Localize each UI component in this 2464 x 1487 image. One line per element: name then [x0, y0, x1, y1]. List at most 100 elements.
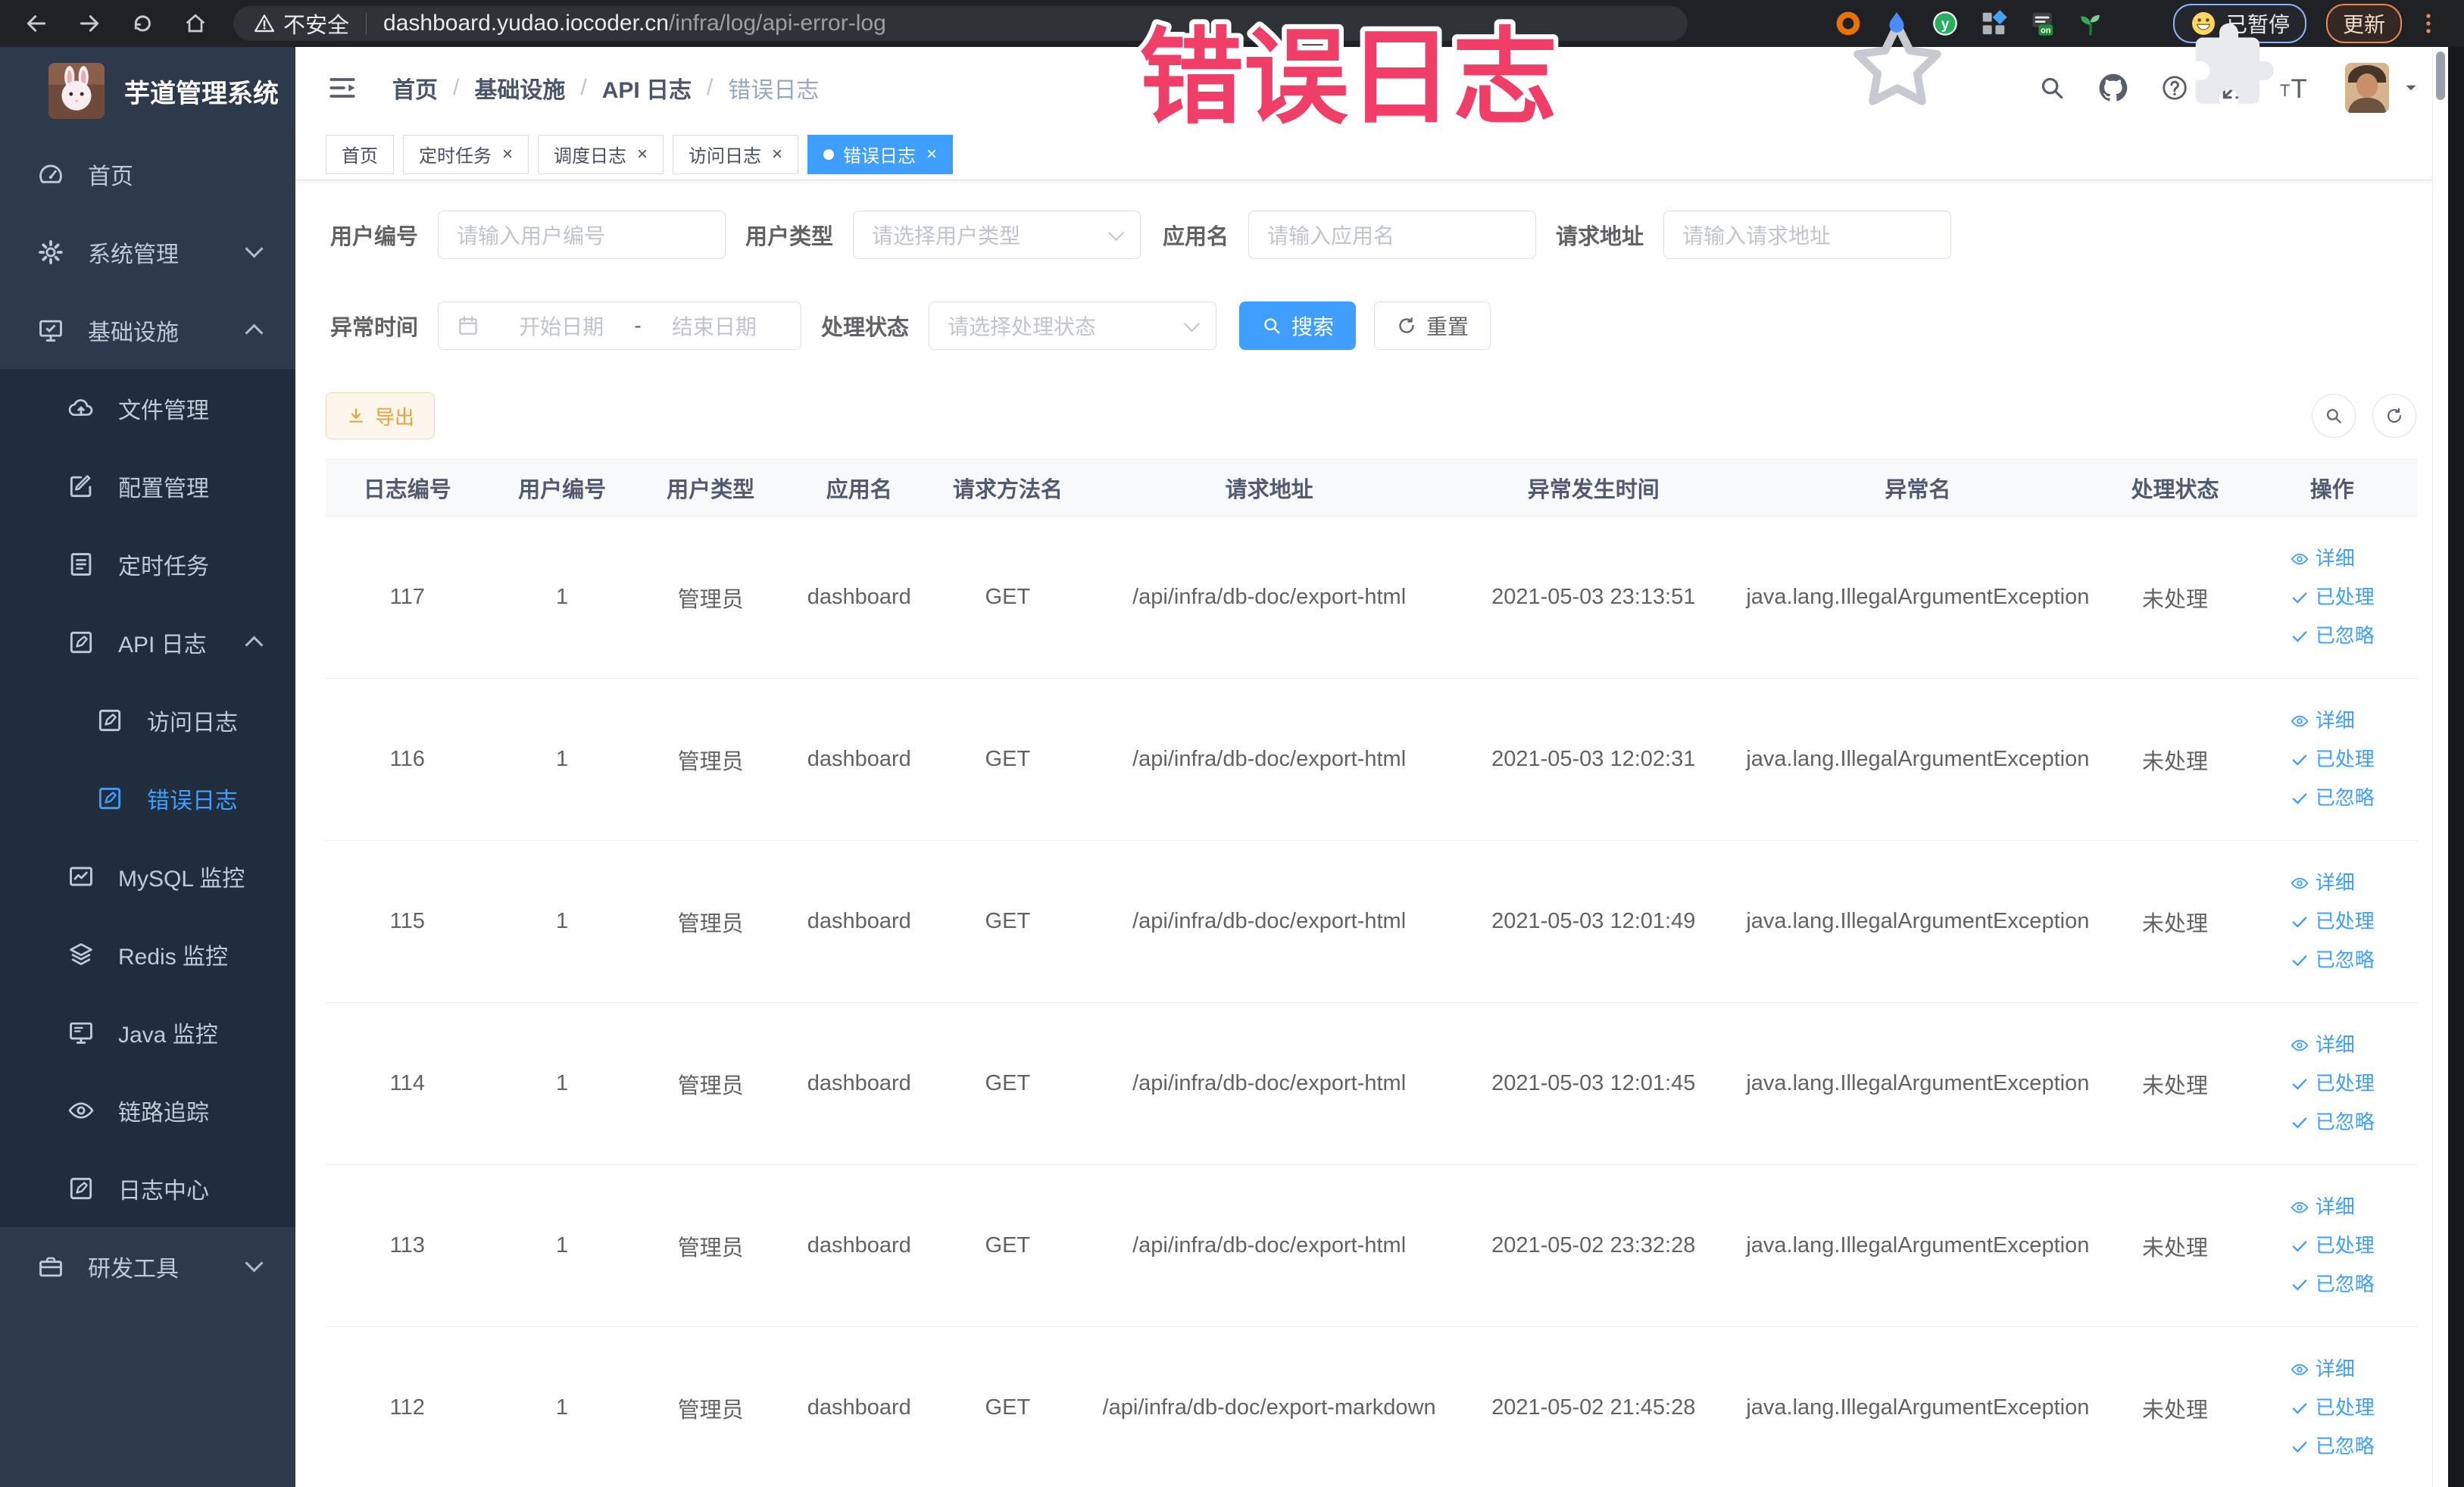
- sidebar-item[interactable]: 日志中心: [0, 1149, 295, 1227]
- cell-user-id: 1: [489, 840, 636, 1003]
- cell-status: 未处理: [2103, 1164, 2247, 1327]
- browser-toolbar: 不安全 dashboard.yudao.iocoder.cn /infra/lo…: [0, 0, 2464, 47]
- mark-ignored-link[interactable]: 已忽略: [2290, 941, 2375, 979]
- cell-app: dashboard: [785, 1326, 932, 1487]
- tab-item[interactable]: 调度日志 ×: [538, 134, 664, 174]
- sidebar-item[interactable]: 研发工具: [0, 1227, 295, 1305]
- extension-grid-icon[interactable]: [1979, 9, 2008, 38]
- mark-ignored-link[interactable]: 已忽略: [2290, 617, 2375, 655]
- browser-reload-icon[interactable]: [126, 7, 159, 40]
- tab-item[interactable]: 定时任务 ×: [403, 134, 529, 174]
- sidebar-item-label: 文件管理: [118, 398, 209, 423]
- header-search-icon[interactable]: [2038, 73, 2066, 102]
- close-tab-icon[interactable]: ×: [637, 145, 648, 164]
- close-tab-icon[interactable]: ×: [502, 145, 513, 164]
- reset-button[interactable]: 重置: [1374, 301, 1491, 350]
- scrollbar-thumb[interactable]: [2436, 52, 2445, 100]
- extension-green-y-icon[interactable]: y: [1931, 9, 1960, 38]
- mark-processed-link[interactable]: 已处理: [2290, 902, 2375, 941]
- cell-log-id: 115: [326, 840, 489, 1003]
- mark-processed-link[interactable]: 已处理: [2290, 1226, 2375, 1265]
- breadcrumb-item[interactable]: API 日志: [602, 71, 692, 105]
- placeholder: 请选择用户类型: [872, 224, 1021, 248]
- sidebar-item[interactable]: Java 监控: [0, 993, 295, 1071]
- browser-home-icon[interactable]: [179, 7, 212, 40]
- detail-link[interactable]: 详细: [2290, 864, 2375, 902]
- browser-menu-icon[interactable]: [2416, 9, 2441, 38]
- cell-time: 2021-05-03 12:01:49: [1455, 840, 1732, 1003]
- bookmark-star-icon[interactable]: [1784, 8, 1814, 39]
- mark-processed-link[interactable]: 已处理: [2290, 578, 2375, 617]
- cell-user-type: 管理员: [635, 1002, 786, 1165]
- sidebar-item[interactable]: 定时任务: [0, 525, 295, 603]
- action-label: 已忽略: [2315, 948, 2375, 971]
- extensions-puzzle-icon[interactable]: [2125, 9, 2153, 38]
- detail-link[interactable]: 详细: [2290, 701, 2375, 740]
- cell-time: 2021-05-03 12:02:31: [1455, 678, 1732, 841]
- mark-ignored-link[interactable]: 已忽略: [2290, 1427, 2375, 1466]
- date-range-picker[interactable]: 开始日期 - 结束日期: [438, 301, 801, 350]
- close-tab-icon[interactable]: ×: [772, 145, 782, 164]
- extension-plant-icon[interactable]: [2076, 9, 2105, 38]
- action-label: 已处理: [2315, 1396, 2375, 1419]
- extension-switch-on-icon[interactable]: on: [2028, 9, 2056, 38]
- mark-ignored-link[interactable]: 已忽略: [2290, 1103, 2375, 1142]
- refresh-table-button[interactable]: [2372, 394, 2416, 438]
- mark-processed-link[interactable]: 已处理: [2290, 1064, 2375, 1103]
- export-button[interactable]: 导出: [326, 392, 436, 439]
- user-menu-caret-icon[interactable]: [2401, 78, 2421, 98]
- address-bar[interactable]: 不安全 dashboard.yudao.iocoder.cn /infra/lo…: [233, 6, 1688, 41]
- action-label: 已忽略: [2315, 1111, 2375, 1133]
- sidebar-item[interactable]: 访问日志: [0, 681, 295, 759]
- detail-link[interactable]: 详细: [2290, 1350, 2375, 1389]
- mark-processed-link[interactable]: 已处理: [2290, 740, 2375, 779]
- detail-link[interactable]: 详细: [2290, 539, 2375, 578]
- extension-blue-drop-icon[interactable]: [1882, 9, 1911, 38]
- sidebar-item[interactable]: 链路追踪: [0, 1071, 295, 1149]
- tab-item[interactable]: 访问日志 ×: [673, 134, 799, 174]
- sidebar-menu: 首页 系统管理 基础设施文件管理配置管理 定时任务 API 日志 访问日志 错误日志 MySQ…: [0, 135, 295, 1305]
- filter-process-status: 处理状态 请选择处理状态: [817, 301, 1216, 350]
- sidebar-item[interactable]: MySQL 监控: [0, 837, 295, 915]
- dashboard-icon: [36, 160, 65, 189]
- sidebar-item[interactable]: 基础设施: [0, 291, 295, 369]
- sidebar-item[interactable]: 首页: [0, 135, 295, 213]
- sidebar-item[interactable]: Redis 监控: [0, 915, 295, 993]
- breadcrumb-item: 错误日志: [728, 78, 820, 103]
- page-scrollbar[interactable]: [2432, 47, 2448, 1487]
- request-url-input[interactable]: 请输入请求地址: [1663, 211, 1951, 259]
- browser-forward-icon[interactable]: [73, 7, 106, 40]
- hamburger-icon[interactable]: [326, 71, 359, 105]
- breadcrumb-item[interactable]: 首页: [392, 71, 438, 105]
- log-icon: [67, 1174, 95, 1203]
- eye-icon: [67, 1096, 95, 1125]
- breadcrumb-item[interactable]: 基础设施: [474, 71, 565, 105]
- user-id-input[interactable]: 请输入用户编号: [438, 211, 726, 259]
- cell-app: dashboard: [785, 1002, 932, 1165]
- sidebar-item[interactable]: 系统管理: [0, 213, 295, 291]
- cell-status: 未处理: [2103, 1002, 2247, 1165]
- app-name-input[interactable]: 请输入应用名: [1248, 211, 1536, 259]
- mark-ignored-link[interactable]: 已忽略: [2290, 1265, 2375, 1304]
- search-button[interactable]: 搜索: [1239, 301, 1357, 350]
- detail-link[interactable]: 详细: [2290, 1026, 2375, 1064]
- tab-active[interactable]: 错误日志 ×: [807, 134, 954, 174]
- app-logo-row[interactable]: 芋道管理系统: [0, 47, 295, 135]
- sidebar-item[interactable]: 配置管理: [0, 447, 295, 525]
- mark-processed-link[interactable]: 已处理: [2290, 1389, 2375, 1427]
- sidebar-item[interactable]: API 日志: [0, 603, 295, 681]
- sidebar-item[interactable]: 错误日志: [0, 759, 295, 837]
- user-type-select[interactable]: 请选择用户类型: [853, 211, 1141, 259]
- sidebar-item[interactable]: 文件管理: [0, 369, 295, 447]
- active-tab-dot: [823, 148, 835, 160]
- close-tab-icon[interactable]: ×: [926, 145, 937, 164]
- chevron-down-icon: [245, 1254, 264, 1273]
- filter-app-name: 应用名 请输入应用名: [1156, 211, 1536, 259]
- process-status-select[interactable]: 请选择处理状态: [929, 301, 1216, 350]
- browser-back-icon[interactable]: [20, 7, 53, 40]
- tab-item[interactable]: 首页: [326, 134, 394, 174]
- show-search-toggle-button[interactable]: [2312, 394, 2356, 438]
- detail-link[interactable]: 详细: [2290, 1188, 2375, 1226]
- mark-ignored-link[interactable]: 已忽略: [2290, 779, 2375, 817]
- extension-orange-ring-icon[interactable]: [1834, 9, 1863, 38]
